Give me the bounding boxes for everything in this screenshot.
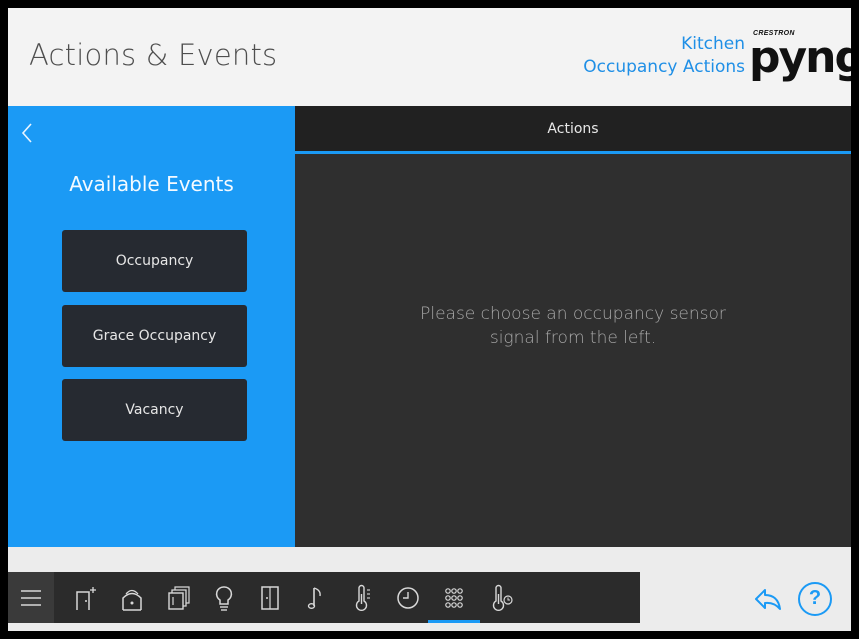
nav-shades[interactable]: [158, 572, 198, 623]
thermometer-icon: [355, 584, 370, 611]
available-events-title: Available Events: [69, 172, 234, 196]
thermostat-icon: [492, 584, 513, 611]
bottom-navigation: [8, 572, 640, 623]
nav-add-door[interactable]: [66, 572, 106, 623]
door-icon: [261, 585, 279, 610]
empty-state-message: Please choose an occupancy sensor signal…: [335, 302, 811, 350]
clock-icon: [397, 586, 419, 609]
menu-icon: [21, 589, 41, 606]
page-subtitle: Occupancy Actions: [583, 57, 745, 77]
nav-schedule[interactable]: [388, 572, 428, 623]
event-occupancy-button[interactable]: Occupancy: [62, 230, 247, 292]
nav-lights[interactable]: [204, 572, 244, 623]
actions-panel: Actions Please choose an occupancy senso…: [295, 106, 851, 547]
crestron-pyng-logo: pyng CRESTRON: [749, 28, 851, 88]
event-grace-occupancy-button[interactable]: Grace Occupancy: [62, 305, 247, 367]
menu-button[interactable]: [8, 572, 54, 623]
nav-keypad[interactable]: [428, 572, 480, 623]
keypad-grid-icon: [445, 587, 463, 608]
actions-tab[interactable]: Actions: [295, 106, 851, 154]
logo-crestron-text: CRESTRON: [753, 30, 795, 37]
room-info: Kitchen Occupancy Actions: [583, 33, 745, 79]
lightbulb-icon: [215, 585, 233, 611]
event-vacancy-button[interactable]: Vacancy: [62, 379, 247, 441]
share-button[interactable]: [752, 583, 784, 615]
bottom-bar: ?: [8, 547, 851, 631]
chevron-left-icon: [21, 123, 32, 143]
actions-tab-label: Actions: [547, 121, 599, 137]
nav-thermostat[interactable]: [482, 572, 522, 623]
room-name: Kitchen: [681, 34, 745, 54]
app-frame: Actions & Events Kitchen Occupancy Actio…: [8, 8, 851, 631]
nav-music[interactable]: [296, 572, 336, 623]
nav-garage[interactable]: [112, 572, 152, 623]
nav-door[interactable]: [250, 572, 290, 623]
message-line-2: signal from the left.: [489, 328, 657, 348]
music-note-icon: [307, 586, 321, 609]
header: Actions & Events Kitchen Occupancy Actio…: [8, 8, 851, 106]
garage-icon: [122, 589, 142, 611]
logo-pyng-text: pyng: [749, 32, 851, 83]
door-add-icon: [76, 586, 96, 610]
events-panel: Available Events Occupancy Grace Occupan…: [8, 106, 295, 547]
share-icon: [755, 589, 781, 610]
shades-icon: [168, 585, 190, 610]
nav-climate[interactable]: [342, 572, 382, 623]
message-line-1: Please choose an occupancy sensor: [420, 304, 726, 324]
back-button[interactable]: [20, 120, 40, 146]
page-title: Actions & Events: [29, 38, 278, 72]
help-button[interactable]: ?: [798, 582, 832, 616]
